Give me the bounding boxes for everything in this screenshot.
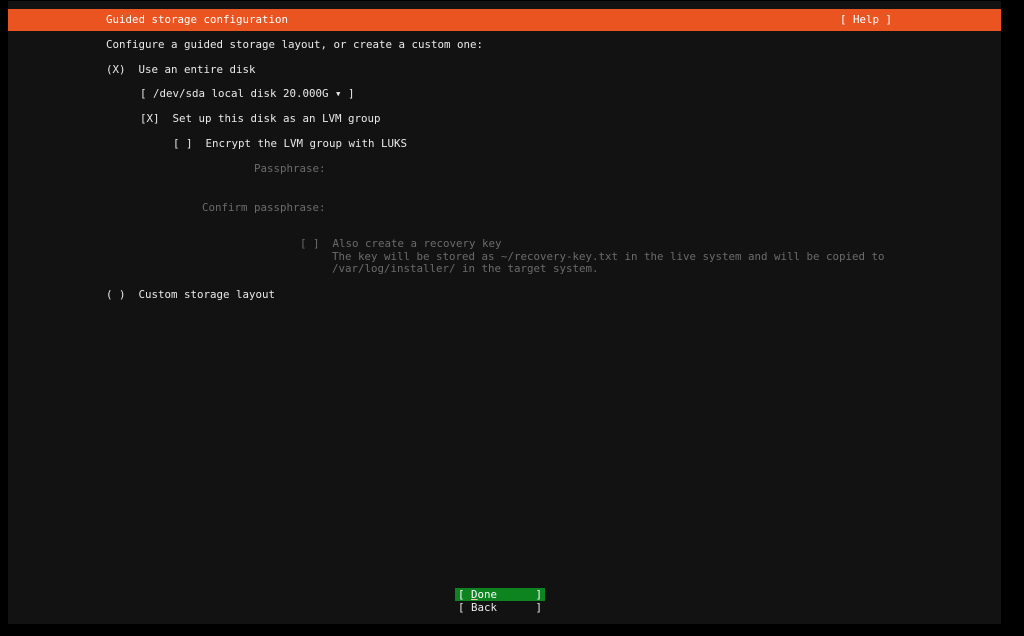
instruction-text: Configure a guided storage layout, or cr… bbox=[106, 38, 483, 51]
back-button-label: [ Back bbox=[458, 601, 497, 614]
disk-select-dropdown[interactable]: [ /dev/sda local disk 20.000G ▾ ] bbox=[140, 87, 355, 100]
done-button-label: [ Done bbox=[458, 588, 497, 601]
back-button-bracket: ] bbox=[535, 601, 542, 614]
radio-custom-storage-layout[interactable]: ( ) Custom storage layout bbox=[106, 288, 275, 301]
back-button[interactable]: [ Back ] bbox=[455, 601, 545, 614]
title-bar: Guided storage configuration [ Help ] bbox=[8, 9, 1001, 31]
installer-screen: Guided storage configuration [ Help ] Co… bbox=[0, 0, 1024, 636]
help-button[interactable]: [ Help ] bbox=[840, 13, 892, 26]
radio-use-entire-disk[interactable]: (X) Use an entire disk bbox=[106, 63, 256, 76]
recovery-key-help-line2: /var/log/installer/ in the target system… bbox=[332, 262, 599, 275]
done-button[interactable]: [ Done ] bbox=[455, 588, 545, 601]
checkbox-recovery-key[interactable]: [ ] Also create a recovery key bbox=[300, 237, 502, 250]
confirm-passphrase-label: Confirm passphrase: bbox=[202, 201, 326, 214]
checkbox-luks-encrypt[interactable]: [ ] Encrypt the LVM group with LUKS bbox=[173, 137, 407, 150]
done-button-bracket: ] bbox=[535, 588, 542, 601]
page-title: Guided storage configuration bbox=[106, 13, 288, 26]
terminal-window: Guided storage configuration [ Help ] Co… bbox=[8, 1, 1001, 624]
checkbox-lvm-group[interactable]: [X] Set up this disk as an LVM group bbox=[140, 112, 381, 125]
passphrase-label: Passphrase: bbox=[254, 162, 326, 175]
